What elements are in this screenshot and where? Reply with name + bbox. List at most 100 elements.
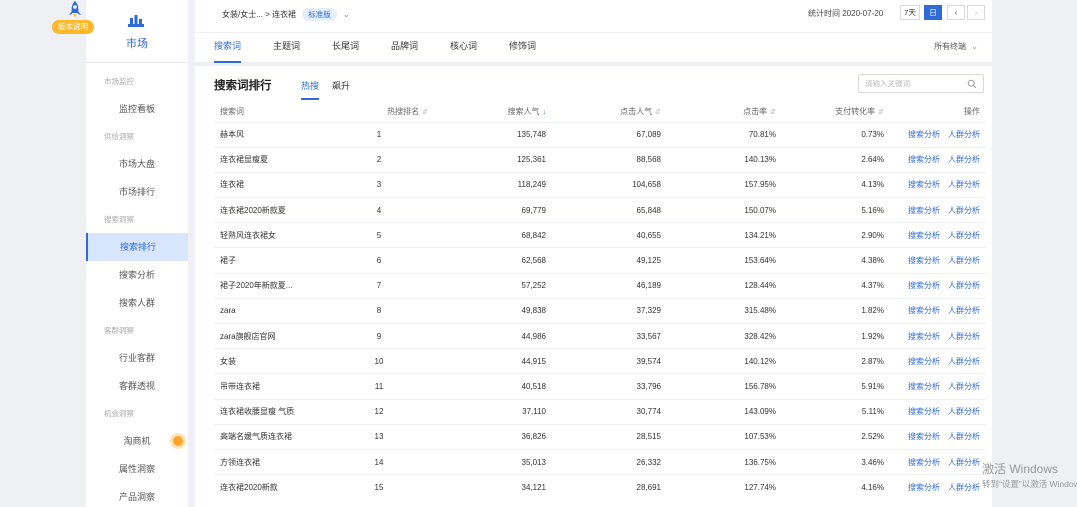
next-date-button[interactable]: ›	[967, 5, 985, 20]
search-analysis-link[interactable]: 搜索分析	[908, 206, 940, 215]
card-title: 搜索词排行	[214, 80, 272, 92]
cell-actions: 搜索分析 人群分析	[890, 348, 986, 374]
audience-analysis-link[interactable]: 人群分析	[948, 483, 980, 492]
audience-analysis-link[interactable]: 人群分析	[948, 256, 980, 265]
table-body: 赫本风 1 135,748 67,089 70.81% 0.73% 搜索分析 人群分析 连衣裙显…	[214, 121, 986, 500]
chevron-down-icon[interactable]: ⌄	[343, 10, 350, 19]
nav-group-supply-insight: 供给洞察	[104, 132, 134, 141]
cell-hot-rank: 11	[324, 373, 434, 400]
sidebar-item-market-ranking[interactable]: 市场排行	[86, 178, 188, 206]
tab-search-words[interactable]: 搜索词	[214, 33, 242, 63]
sidebar-item-industry-customers[interactable]: 行业客群	[86, 344, 188, 372]
audience-analysis-link[interactable]: 人群分析	[948, 332, 980, 341]
search-analysis-link[interactable]: 搜索分析	[908, 281, 940, 290]
day-button[interactable]: 日	[924, 5, 942, 20]
cell-actions: 搜索分析 人群分析	[890, 297, 986, 324]
sidebar-item-market-overview[interactable]: 市场大盘	[86, 150, 188, 178]
cell-click-popularity: 26,332	[552, 448, 667, 475]
search-input[interactable]	[859, 75, 963, 92]
sidebar-item-opportunity[interactable]: 淘商机	[86, 427, 188, 455]
stat-time: 统计时间 2020-07-20	[808, 9, 884, 18]
sidebar-item-search-ranking[interactable]: 搜索排行	[86, 233, 188, 261]
audience-analysis-link[interactable]: 人群分析	[948, 206, 980, 215]
column-header-click-rate[interactable]: 点击率 ⇵	[667, 102, 782, 122]
sidebar-title: 市场	[126, 38, 148, 50]
search-icon[interactable]	[967, 79, 977, 89]
audience-analysis-link[interactable]: 人群分析	[948, 432, 980, 441]
tab-brand-words[interactable]: 品牌词	[391, 33, 418, 63]
column-header-click-popularity[interactable]: 点击人气 ⇵	[552, 102, 667, 122]
audience-analysis-link[interactable]: 人群分析	[948, 155, 980, 164]
audience-analysis-link[interactable]: 人群分析	[948, 231, 980, 240]
search-analysis-link[interactable]: 搜索分析	[908, 483, 940, 492]
search-analysis-link[interactable]: 搜索分析	[908, 432, 940, 441]
breadcrumb-text[interactable]: 女装/女士... > 连衣裙	[222, 10, 296, 19]
terminal-filter[interactable]: 所有终端 ⌄	[934, 41, 978, 52]
tab-long-tail-words[interactable]: 长尾词	[332, 33, 359, 63]
search-analysis-link[interactable]: 搜索分析	[908, 231, 940, 240]
audience-analysis-link[interactable]: 人群分析	[948, 458, 980, 467]
sidebar-item-search-analysis[interactable]: 搜索分析	[86, 261, 188, 289]
cell-keyword: 裙子	[214, 247, 324, 274]
table-row: 连衣裙收腰显瘦 气质 12 37,110 30,774 143.09% 5.11% 搜索分析…	[214, 398, 986, 425]
search-analysis-link[interactable]: 搜索分析	[908, 306, 940, 315]
seven-day-button[interactable]: 7天	[900, 5, 920, 20]
audience-analysis-link[interactable]: 人群分析	[948, 281, 980, 290]
terminal-filter-label: 所有终端	[934, 42, 967, 51]
cell-conversion-rate: 2.87%	[782, 348, 890, 374]
notification-dot-icon	[173, 436, 183, 446]
table-row: 女装 10 44,915 39,574 140.12% 2.87% 搜索分析 人群分析	[214, 348, 986, 374]
tab-core-words[interactable]: 核心词	[450, 33, 477, 63]
audience-analysis-link[interactable]: 人群分析	[948, 180, 980, 189]
search-analysis-link[interactable]: 搜索分析	[908, 155, 940, 164]
tab-topic-words[interactable]: 主题词	[273, 33, 300, 63]
cell-actions: 搜索分析 人群分析	[890, 322, 986, 349]
search-analysis-link[interactable]: 搜索分析	[908, 407, 940, 416]
sidebar-item-attribute-insight[interactable]: 属性洞察	[86, 455, 188, 483]
top-header: 女装/女士... > 连衣裙 标准版 ⌄ 统计时间 2020-07-20 7天 …	[195, 0, 992, 63]
cell-keyword: 连衣裙收腰显瘦 气质	[214, 398, 324, 425]
column-header-search-popularity[interactable]: 搜索人气 ↓	[434, 102, 552, 122]
search-analysis-link[interactable]: 搜索分析	[908, 332, 940, 341]
version-notes-badge[interactable]: 版本说明	[52, 20, 94, 34]
subtab-rising[interactable]: 飙升	[332, 79, 350, 92]
table-row: 赫本风 1 135,748 67,089 70.81% 0.73% 搜索分析 人群分析	[214, 121, 986, 148]
cell-keyword: 连衣裙2020新款夏	[214, 197, 324, 223]
cell-click-popularity: 39,574	[552, 348, 667, 374]
audience-analysis-link[interactable]: 人群分析	[948, 407, 980, 416]
windows-activation-subtitle: 转到“设置”以激活 Windows。	[982, 479, 1077, 489]
sidebar-item-monitor-board[interactable]: 监控看板	[86, 95, 188, 123]
prev-date-button[interactable]: ‹	[947, 5, 965, 20]
windows-activation-watermark: 激活 Windows	[982, 462, 1059, 476]
sidebar-item-product-insight[interactable]: 产品洞察	[86, 483, 188, 507]
cell-keyword: 方领连衣裙	[214, 448, 324, 475]
cell-actions: 搜索分析 人群分析	[890, 146, 986, 173]
table-row: 连衣裙2020新款夏 4 69,779 65,848 150.07% 5.16% 搜索分析人…	[214, 197, 986, 223]
rocket-icon[interactable]	[64, 0, 86, 20]
audience-analysis-link[interactable]: 人群分析	[948, 306, 980, 315]
subtab-hot-search[interactable]: 热搜	[301, 79, 320, 100]
audience-analysis-link[interactable]: 人群分析	[948, 357, 980, 366]
tab-modifier-words[interactable]: 修饰词	[509, 33, 536, 63]
column-header-conversion-rate[interactable]: 支付转化率 ⇵	[782, 102, 890, 122]
cell-click-popularity: 67,089	[552, 121, 667, 148]
search-analysis-link[interactable]: 搜索分析	[908, 382, 940, 391]
cell-click-rate: 150.07%	[667, 197, 782, 223]
cell-conversion-rate: 0.73%	[782, 121, 890, 148]
search-analysis-link[interactable]: 搜索分析	[908, 458, 940, 467]
search-analysis-link[interactable]: 搜索分析	[908, 357, 940, 366]
cell-actions: 搜索分析 人群分析	[890, 197, 986, 223]
cell-click-popularity: 88,568	[552, 146, 667, 173]
search-analysis-link[interactable]: 搜索分析	[908, 130, 940, 139]
sidebar-item-search-audience[interactable]: 搜索人群	[86, 289, 188, 317]
cell-keyword: 连衣裙2020新款	[214, 474, 324, 500]
audience-analysis-link[interactable]: 人群分析	[948, 382, 980, 391]
sidebar-item-customer-perspective[interactable]: 客群透视	[86, 372, 188, 400]
column-header-hot-rank[interactable]: 热搜排名 ⇵	[324, 102, 434, 122]
audience-analysis-link[interactable]: 人群分析	[948, 130, 980, 139]
search-analysis-link[interactable]: 搜索分析	[908, 180, 940, 189]
cell-keyword: 轻熟风连衣裙女	[214, 222, 324, 248]
search-analysis-link[interactable]: 搜索分析	[908, 256, 940, 265]
cell-keyword: zara	[214, 297, 324, 324]
breadcrumb: 女装/女士... > 连衣裙 标准版 ⌄	[222, 8, 350, 21]
